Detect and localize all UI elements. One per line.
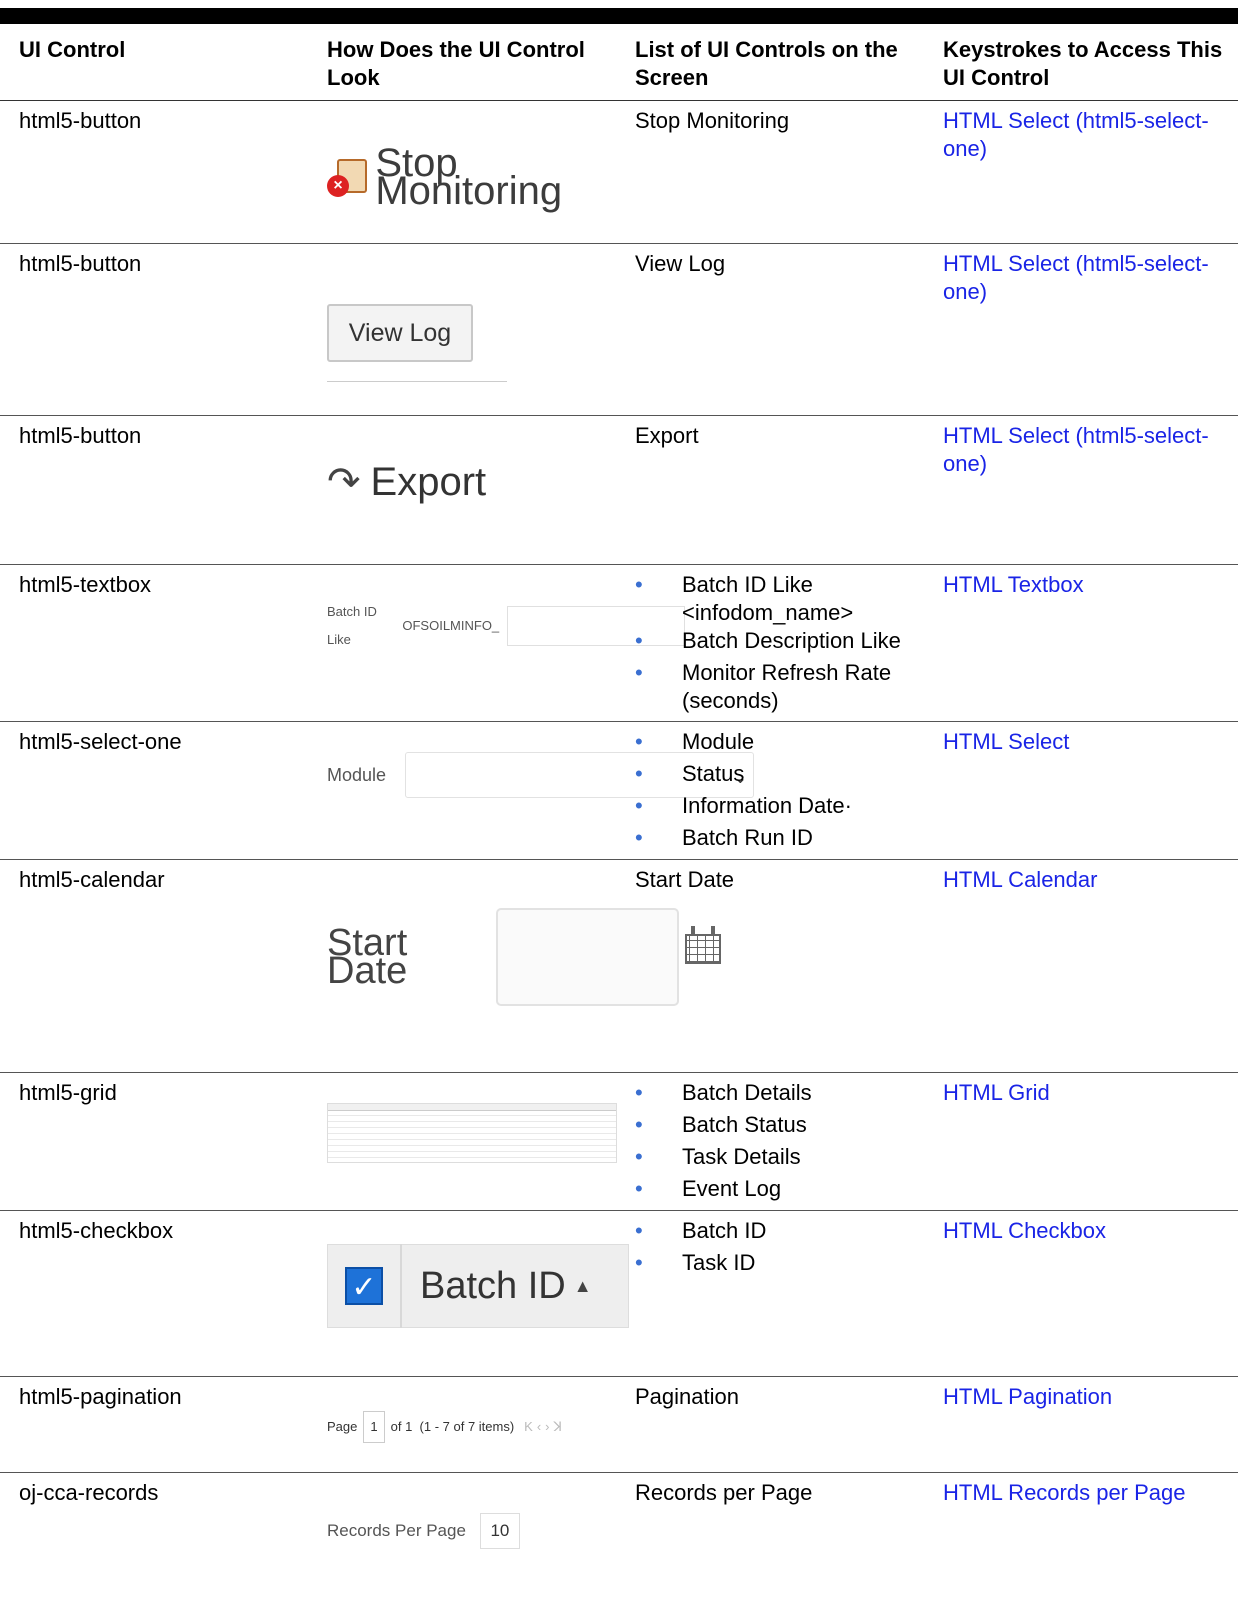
control-look: Batch ID Like OFSOILMINFO_ (308, 564, 686, 722)
screen-control: View Log (616, 243, 924, 416)
header-row: UI Control How Does the UI Control Look … (0, 24, 1238, 101)
page-number: 1 (363, 1411, 385, 1443)
screen-control: Pagination (616, 1376, 924, 1473)
screen-control-list: Batch ID Task ID (616, 1210, 924, 1377)
export-arrow-icon: ↷ (327, 460, 361, 504)
keystroke-link[interactable]: HTML Textbox (924, 564, 1238, 722)
list-item: Module (635, 728, 914, 760)
textbox-label: Batch ID Like (327, 604, 377, 647)
table-row: html5-button ↷ Export Export HTML Select… (0, 415, 1238, 565)
control-look: Module ⌄ (308, 721, 755, 860)
control-look: × Stop Monitoring (308, 100, 616, 244)
table-row: oj-cca-records Records Per Page 10 Recor… (0, 1473, 1238, 1573)
screen-control: Stop Monitoring (616, 100, 924, 244)
control-look: Records Per Page 10 (308, 1473, 616, 1573)
keystroke-link[interactable]: HTML Checkbox (924, 1210, 1238, 1377)
list-item: Batch ID (635, 1217, 914, 1249)
checkmark-icon: ✓ (345, 1267, 383, 1305)
keystroke-link[interactable]: HTML Select (html5-select-one) (924, 243, 1238, 416)
list-item: Status (635, 760, 914, 792)
pagination-bar: Page 1 of 1 (1 - 7 of 7 items) K‹›ꓘ (327, 1411, 566, 1443)
keystroke-link[interactable]: HTML Pagination (924, 1376, 1238, 1473)
control-name: html5-button (0, 243, 308, 416)
control-name: html5-calendar (0, 859, 308, 1073)
keystroke-link[interactable]: HTML Select (html5-select-one) (924, 100, 1238, 244)
table-row: html5-checkbox ✓ Batch ID ▲ Batch ID Tas… (0, 1210, 1238, 1377)
table-row: html5-button × Stop Monitoring Stop Moni… (0, 100, 1238, 244)
page-range: (1 - 7 of 7 items) (419, 1419, 515, 1434)
keystroke-link[interactable]: HTML Records per Page (924, 1473, 1238, 1573)
control-look: Start Date (308, 859, 722, 1073)
screen-control: Start Date (616, 859, 924, 1073)
list-item: Batch Description Like (635, 627, 914, 659)
control-name: html5-button (0, 100, 308, 244)
header-screen-controls: List of UI Controls on the Screen (616, 24, 924, 101)
header-ui-control: UI Control (0, 24, 308, 101)
table-row: html5-grid Batch Details Batch Status Ta… (0, 1072, 1238, 1211)
stop-monitoring-icon: × (327, 157, 367, 197)
screen-control: Export (616, 415, 924, 565)
list-item: Batch Details (635, 1079, 914, 1111)
control-look (308, 1072, 617, 1211)
ui-controls-table: UI Control How Does the UI Control Look … (0, 24, 1238, 1573)
table-row: html5-textbox Batch ID Like OFSOILMINFO_… (0, 564, 1238, 722)
list-item: Batch Status (635, 1111, 914, 1143)
table-row: html5-pagination Page 1 of 1 (1 - 7 of 7… (0, 1376, 1238, 1473)
list-item: Task ID (635, 1249, 914, 1281)
stop-monitoring-label: Stop Monitoring (375, 141, 563, 213)
grid-thumbnail (327, 1103, 617, 1163)
list-item: Batch Run ID (635, 824, 914, 856)
list-item: Information Date· (635, 792, 914, 824)
control-look: ✓ Batch ID ▲ (308, 1210, 629, 1377)
control-name: html5-button (0, 415, 308, 565)
screen-control: Records per Page (635, 1480, 813, 1505)
keystroke-link[interactable]: HTML Select (924, 721, 1238, 860)
control-name: html5-checkbox (0, 1210, 308, 1377)
table-row: html5-select-one Module ⌄ Module Status … (0, 721, 1238, 860)
control-look: Page 1 of 1 (1 - 7 of 7 items) K‹›ꓘ (308, 1376, 616, 1473)
screen-control-list: Batch ID Like <infodom_name> Batch Descr… (616, 564, 924, 722)
page-nav-icons: K‹›ꓘ (524, 1419, 567, 1434)
control-name: html5-select-one (0, 721, 308, 860)
batch-id-checkbox: ✓ Batch ID ▲ (327, 1244, 629, 1328)
control-name: html5-pagination (0, 1376, 308, 1473)
keystroke-link[interactable]: HTML Select (html5-select-one) (924, 415, 1238, 565)
checkbox-label: Batch ID (420, 1265, 566, 1307)
list-item: Batch ID Like <infodom_name> (635, 571, 914, 627)
keystroke-link[interactable]: HTML Grid (924, 1072, 1238, 1211)
page-label: Page (327, 1419, 358, 1434)
view-log-button: View Log (327, 304, 473, 362)
calendar-label: Start Date (327, 922, 408, 992)
list-item: Event Log (635, 1175, 914, 1207)
export-label: Export (370, 460, 487, 504)
records-value: 10 (479, 1513, 520, 1549)
list-item: Monitor Refresh Rate (seconds) (635, 659, 914, 715)
table-row: html5-button View Log View Log HTML Sele… (0, 243, 1238, 416)
control-look: ↷ Export (308, 415, 616, 565)
keystroke-link[interactable]: HTML Calendar (924, 859, 1238, 1073)
control-look: View Log (308, 243, 616, 416)
screen-control-list: Module Status Information Date· Batch Ru… (616, 721, 924, 860)
page-of: of 1 (390, 1419, 413, 1434)
export-button: ↷ Export (327, 460, 487, 504)
list-item: Task Details (635, 1143, 914, 1175)
header-look: How Does the UI Control Look (308, 24, 616, 101)
textbox-value: OFSOILMINFO_ (402, 618, 500, 633)
control-name: html5-grid (0, 1072, 308, 1211)
control-name: oj-cca-records (19, 1480, 159, 1505)
records-label: Records Per Page (327, 1521, 466, 1540)
sort-ascending-icon: ▲ (573, 1276, 592, 1296)
screen-control-list: Batch Details Batch Status Task Details … (616, 1072, 924, 1211)
header-keystrokes: Keystrokes to Access This UI Control (924, 24, 1238, 101)
top-rule (0, 8, 1238, 24)
select-label: Module (327, 765, 387, 785)
divider (327, 381, 507, 382)
table-row: html5-calendar Start Date Start Date HTM… (0, 859, 1238, 1073)
stop-monitoring-button: × Stop Monitoring (327, 141, 616, 213)
records-per-page: Records Per Page 10 (327, 1513, 520, 1549)
control-name: html5-textbox (0, 564, 308, 722)
